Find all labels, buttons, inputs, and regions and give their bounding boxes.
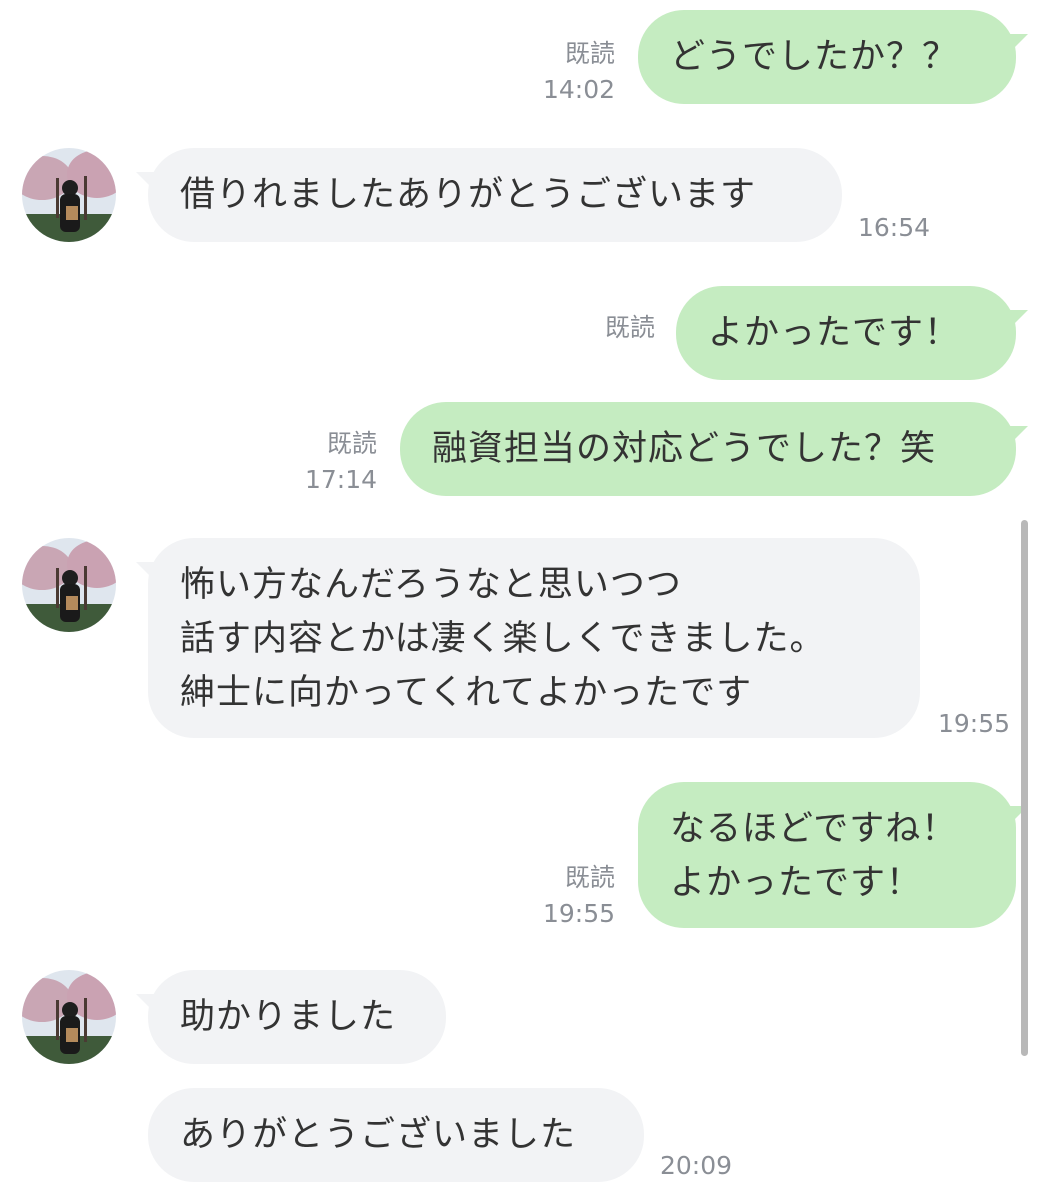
timestamp: 19:55 [542,899,615,928]
avatar-image [22,538,116,632]
message-meta: 既読 [560,310,655,346]
message-bubble[interactable]: なるほどですね！ よかったです！ [638,782,1016,928]
scrollbar[interactable] [1021,520,1028,1056]
avatar-photo-icon[interactable] [22,970,116,1064]
message-text: ありがとうございました [180,1115,577,1155]
message-bubble[interactable]: 助かりました [148,970,446,1064]
bubble-tail [1010,426,1028,444]
message-text: 助かりました [180,997,397,1037]
message-text: 融資担当の対応どうでした？笑 [432,429,937,469]
avatar-image [22,148,116,242]
timestamp: 19:55 [938,709,1011,738]
timestamp: 20:09 [660,1151,733,1180]
timestamp: 14:02 [542,75,615,104]
message-text: 紳士に向かってくれてよかったです [180,673,753,713]
message-text: 借りれましたありがとうございます [180,175,757,215]
read-receipt: 既読 [604,313,655,342]
chat-thread[interactable]: 既読 14:02 どうでしたか？？ 借りれましたありがとうございます 16:54… [0,0,1037,1200]
message-text: どうでしたか？？ [670,37,959,77]
message-bubble[interactable]: よかったです！ [676,286,1016,380]
avatar-photo-icon[interactable] [22,538,116,632]
timestamp: 16:54 [858,213,931,242]
message-bubble[interactable]: 融資担当の対応どうでした？笑 [400,402,1016,496]
message-text: なるほどですね！ [670,809,958,849]
message-bubble[interactable]: 怖い方なんだろうなと思いつつ 話す内容とかは凄く楽しくできました。 紳士に向かっ… [148,538,920,738]
message-meta: 既読 14:02 [520,36,615,108]
read-receipt: 既読 [564,39,615,68]
read-receipt: 既読 [564,863,615,892]
message-text: 怖い方なんだろうなと思いつつ [180,565,682,605]
bubble-tail [1010,310,1028,328]
avatar-image [22,970,116,1064]
bubble-tail [1010,34,1028,52]
message-text: よかったです！ [670,863,923,903]
message-text: 話す内容とかは凄く楽しくできました。 [180,619,826,659]
message-bubble[interactable]: ありがとうございました [148,1088,644,1182]
read-receipt: 既読 [326,429,377,458]
timestamp: 17:14 [304,465,377,494]
message-bubble[interactable]: 借りれましたありがとうございます [148,148,842,242]
bubble-tail [136,172,154,190]
avatar-photo-icon[interactable] [22,148,116,242]
message-text: よかったです！ [708,313,961,353]
message-bubble[interactable]: どうでしたか？？ [638,10,1016,104]
bubble-tail [136,562,154,580]
message-meta: 既読 19:55 [520,860,615,932]
message-meta: 既読 17:14 [282,426,377,498]
bubble-tail [136,994,154,1012]
